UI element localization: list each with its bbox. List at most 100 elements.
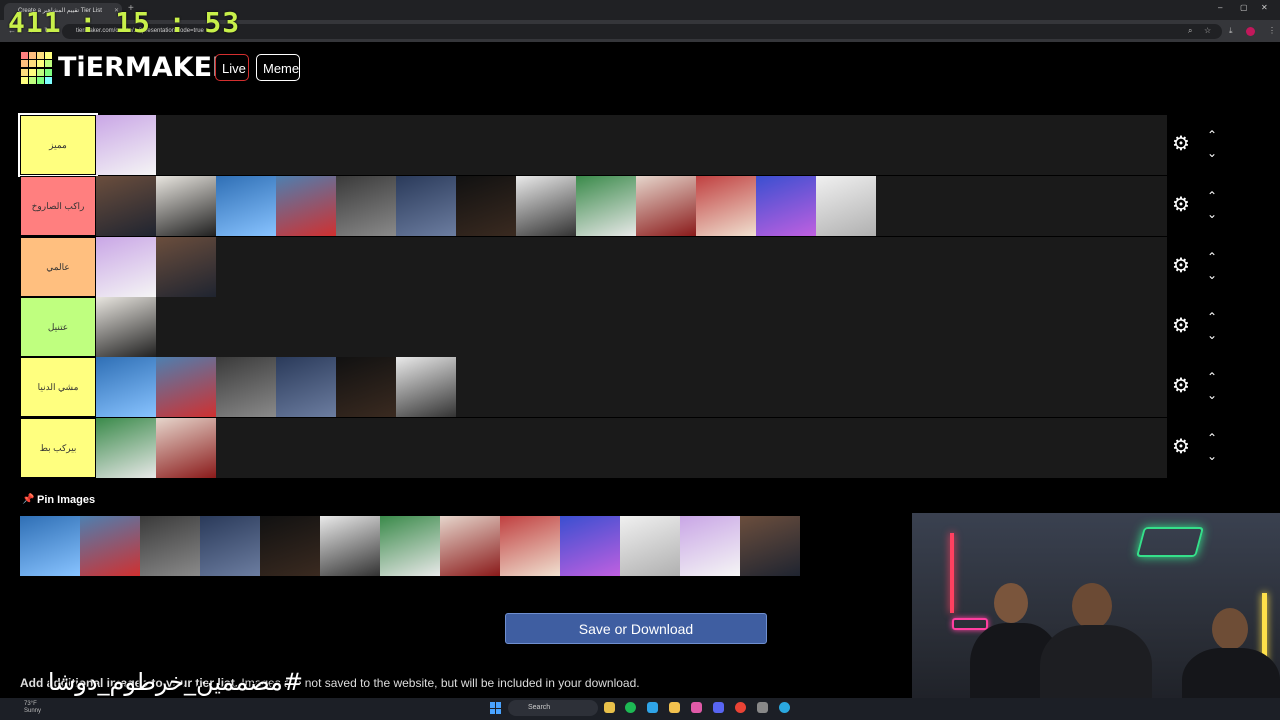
- tier-item-image[interactable]: [576, 176, 636, 236]
- person: [1072, 583, 1112, 629]
- tier-settings-gear-icon[interactable]: ⚙: [1172, 316, 1192, 336]
- profile-avatar[interactable]: [1246, 27, 1255, 36]
- tier-label[interactable]: عالمي: [20, 237, 96, 297]
- tier-item-image[interactable]: [396, 357, 456, 417]
- windows-start-icon[interactable]: [490, 702, 502, 714]
- tier-item-image[interactable]: [156, 418, 216, 478]
- pool-image[interactable]: [320, 516, 380, 576]
- weather-widget[interactable]: 73°F Sunny: [24, 701, 41, 715]
- tier-item-image[interactable]: [336, 357, 396, 417]
- tier-item-image[interactable]: [96, 237, 156, 297]
- move-up-chevron-icon[interactable]: ⌃: [1204, 311, 1220, 323]
- person: [994, 583, 1028, 623]
- tier-settings-gear-icon[interactable]: ⚙: [1172, 195, 1192, 215]
- tier-item-image[interactable]: [516, 176, 576, 236]
- pool-image[interactable]: [500, 516, 560, 576]
- tier-item-image[interactable]: [216, 176, 276, 236]
- move-down-chevron-icon[interactable]: ⌄: [1204, 329, 1220, 341]
- tier-settings-gear-icon[interactable]: ⚙: [1172, 256, 1192, 276]
- close-window-icon[interactable]: ✕: [1261, 3, 1268, 12]
- tier-item-image[interactable]: [336, 176, 396, 236]
- pool-image[interactable]: [620, 516, 680, 576]
- zoom-icon[interactable]: ⌕: [1188, 26, 1192, 36]
- tier-item-image[interactable]: [456, 176, 516, 236]
- move-up-chevron-icon[interactable]: ⌃: [1204, 371, 1220, 383]
- tier-item-image[interactable]: [276, 176, 336, 236]
- move-up-chevron-icon[interactable]: ⌃: [1204, 190, 1220, 202]
- chrome-icon[interactable]: [735, 702, 746, 713]
- save-download-button[interactable]: Save or Download: [505, 613, 767, 644]
- discord-icon[interactable]: [713, 702, 724, 713]
- pool-image[interactable]: [740, 516, 800, 576]
- pool-image[interactable]: [200, 516, 260, 576]
- move-up-chevron-icon[interactable]: ⌃: [1204, 251, 1220, 263]
- tier-item-image[interactable]: [756, 176, 816, 236]
- tier-items: [96, 115, 156, 175]
- tier-item-image[interactable]: [816, 176, 876, 236]
- pool-image[interactable]: [440, 516, 500, 576]
- tier-row: راكب الصاروخ: [20, 176, 1167, 236]
- tier-item-image[interactable]: [96, 115, 156, 175]
- tier-item-image[interactable]: [696, 176, 756, 236]
- download-icon[interactable]: ⤓: [1229, 26, 1233, 36]
- live-button[interactable]: Live: [215, 54, 249, 81]
- move-down-chevron-icon[interactable]: ⌄: [1204, 208, 1220, 220]
- maximize-icon[interactable]: ▢: [1240, 3, 1248, 12]
- tier-item-image[interactable]: [396, 176, 456, 236]
- pool-image[interactable]: [260, 516, 320, 576]
- weather-desc: Sunny: [24, 708, 42, 714]
- tier-item-image[interactable]: [156, 357, 216, 417]
- taskbar-search[interactable]: Search: [508, 700, 598, 716]
- pool-image[interactable]: [80, 516, 140, 576]
- tier-item-image[interactable]: [96, 418, 156, 478]
- tier-item-image[interactable]: [96, 297, 156, 357]
- tier-items: [96, 297, 156, 357]
- tier-row: عتنيل: [20, 297, 1167, 357]
- tier-item-image[interactable]: [216, 357, 276, 417]
- edge-icon[interactable]: [647, 702, 658, 713]
- overlay-hashtag: #مصممين_خرطوم_دوشا: [47, 668, 303, 696]
- logo-text[interactable]: TiERMAKER: [58, 52, 233, 83]
- pool-image[interactable]: [140, 516, 200, 576]
- tier-label[interactable]: مشي الدنيا: [20, 357, 96, 417]
- move-up-chevron-icon[interactable]: ⌃: [1204, 129, 1220, 141]
- tier-label[interactable]: راكب الصاروخ: [20, 176, 96, 236]
- move-down-chevron-icon[interactable]: ⌄: [1204, 269, 1220, 281]
- tier-settings-gear-icon[interactable]: ⚙: [1172, 134, 1192, 154]
- tier-items: [96, 176, 876, 236]
- weather-temp: 73°F: [24, 701, 37, 707]
- tier-settings-gear-icon[interactable]: ⚙: [1172, 376, 1192, 396]
- move-up-chevron-icon[interactable]: ⌃: [1204, 432, 1220, 444]
- pin-images-label[interactable]: Pin Images: [37, 494, 95, 506]
- widget-icon[interactable]: [604, 702, 615, 713]
- bookmark-star-icon[interactable]: ☆: [1204, 26, 1211, 35]
- pool-image[interactable]: [20, 516, 80, 576]
- tier-label[interactable]: عتنيل: [20, 297, 96, 357]
- meme-button[interactable]: Meme: [256, 54, 300, 81]
- tier-item-image[interactable]: [156, 176, 216, 236]
- tier-item-image[interactable]: [276, 357, 336, 417]
- spotify-icon[interactable]: [625, 702, 636, 713]
- move-down-chevron-icon[interactable]: ⌄: [1204, 450, 1220, 462]
- move-down-chevron-icon[interactable]: ⌄: [1204, 389, 1220, 401]
- file-explorer-icon[interactable]: [669, 702, 680, 713]
- tier-item-image[interactable]: [96, 176, 156, 236]
- pin-icon[interactable]: 📌: [22, 494, 34, 505]
- app-icon[interactable]: [779, 702, 790, 713]
- app-icon[interactable]: [691, 702, 702, 713]
- tier-item-image[interactable]: [636, 176, 696, 236]
- settings-icon[interactable]: [757, 702, 768, 713]
- move-down-chevron-icon[interactable]: ⌄: [1204, 147, 1220, 159]
- tier-item-image[interactable]: [156, 237, 216, 297]
- pool-image[interactable]: [560, 516, 620, 576]
- pool-image[interactable]: [380, 516, 440, 576]
- tier-item-image[interactable]: [96, 357, 156, 417]
- pool-image[interactable]: [680, 516, 740, 576]
- tier-row: مميز: [18, 113, 1167, 177]
- menu-kebab-icon[interactable]: ⋮: [1268, 26, 1276, 35]
- tier-settings-gear-icon[interactable]: ⚙: [1172, 437, 1192, 457]
- minimize-icon[interactable]: –: [1218, 3, 1222, 12]
- tier-label[interactable]: بيركب بط: [20, 418, 96, 478]
- tiermaker-logo-icon[interactable]: [21, 52, 53, 84]
- tier-label[interactable]: مميز: [18, 113, 98, 177]
